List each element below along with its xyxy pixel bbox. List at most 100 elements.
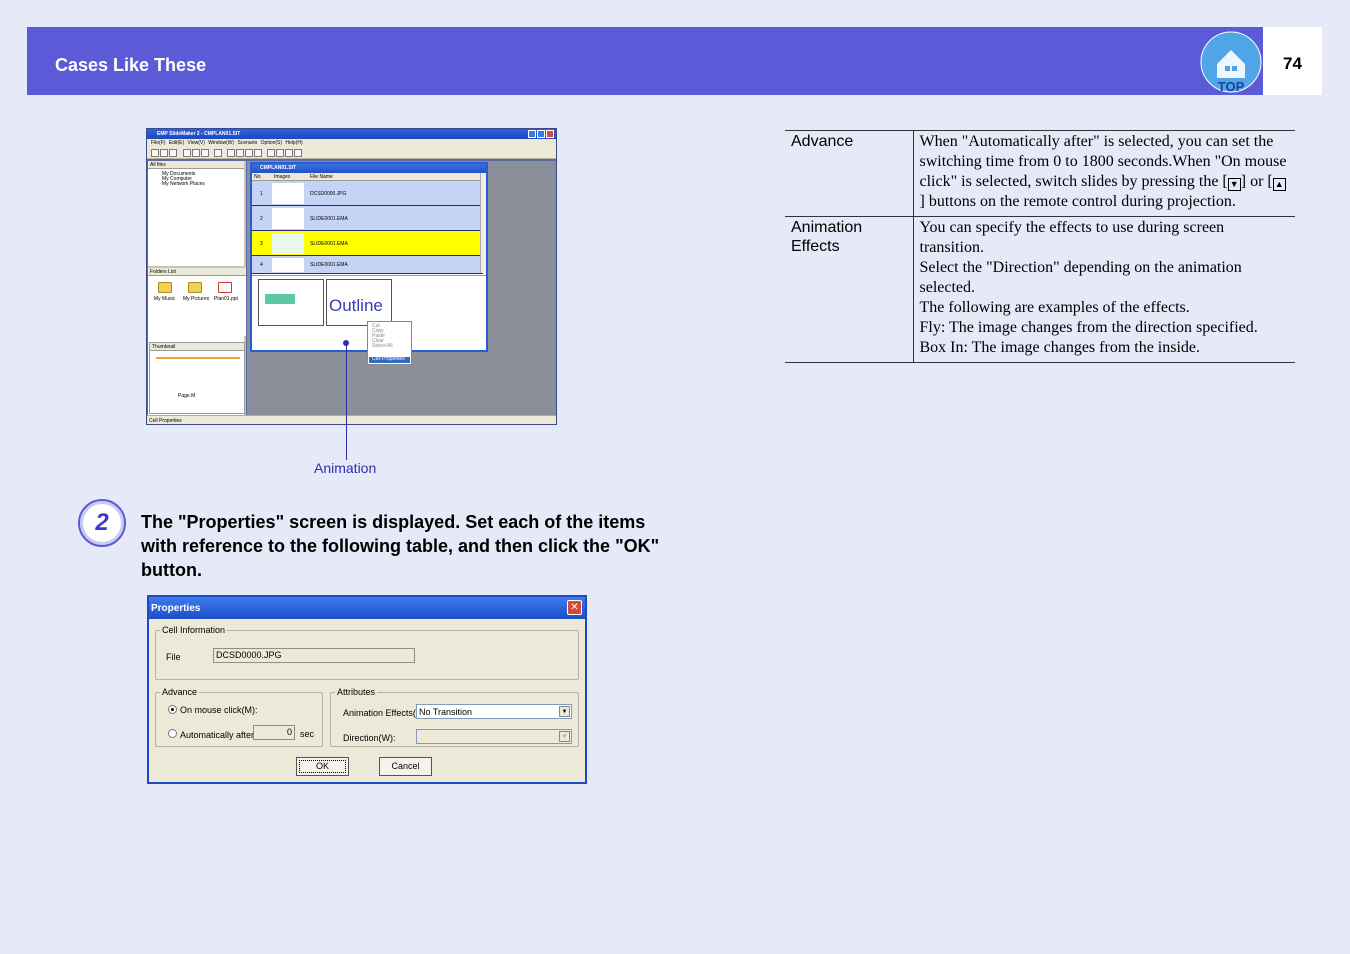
step-badge: 2 bbox=[78, 499, 126, 547]
ok-button[interactable]: OK bbox=[296, 757, 349, 776]
page-number: 74 bbox=[1283, 54, 1302, 73]
column-header: File Name bbox=[310, 174, 333, 180]
copy-icon bbox=[192, 149, 200, 157]
animation-effects-value: No Transition bbox=[419, 707, 473, 717]
status-bar: Cell Properties bbox=[147, 415, 556, 424]
row-label: Animation Effects bbox=[785, 216, 914, 363]
on-mouse-click-radio[interactable] bbox=[168, 705, 177, 714]
row-file: SLIDE0001.EMA bbox=[310, 262, 348, 268]
advance-group: Advance On mouse click(M): Automatically… bbox=[155, 687, 323, 747]
row-file: SLIDE0001.EMA bbox=[310, 216, 348, 222]
folder-icon bbox=[158, 282, 172, 293]
page-number-box: 74 bbox=[1263, 27, 1322, 95]
row-description: You can specify the effects to use durin… bbox=[913, 216, 1295, 363]
attributes-group: Attributes Animation Effects(E): No Tran… bbox=[330, 687, 579, 747]
top-home-button[interactable]: TOP bbox=[1200, 28, 1264, 96]
direction-label: Direction(W): bbox=[343, 733, 396, 743]
table-row-selected: 3 SLIDE0001.EMA bbox=[252, 231, 483, 256]
description-text: You can specify the effects to use durin… bbox=[919, 219, 1225, 256]
row-file: DCSD0000.JPG bbox=[310, 191, 347, 197]
folders-header: Folders List bbox=[148, 268, 246, 276]
folder-tree: My Documents My Computer My Network Plac… bbox=[148, 169, 244, 190]
column-header: No. bbox=[254, 174, 262, 180]
group-legend: Cell Information bbox=[160, 625, 228, 635]
thumbnail-header: Thumbnail bbox=[150, 343, 244, 351]
thumbnail-page: Page.M bbox=[178, 393, 196, 399]
chevron-down-icon: ▼ bbox=[559, 731, 570, 742]
grid-header: No. Images File Name bbox=[252, 173, 483, 181]
file-label: File bbox=[166, 652, 181, 662]
callout-line bbox=[346, 343, 347, 460]
maximize-icon bbox=[537, 130, 545, 138]
monitor-icon bbox=[267, 149, 275, 157]
save-icon bbox=[169, 149, 177, 157]
slide-graphic bbox=[265, 294, 295, 304]
seconds-input[interactable]: 0 bbox=[253, 725, 295, 740]
animation-effects-label: Animation Effects(E): bbox=[343, 708, 428, 718]
description-text: The following are examples of the effect… bbox=[919, 299, 1190, 316]
automatically-after-radio[interactable] bbox=[168, 729, 177, 738]
settings-icon bbox=[285, 149, 293, 157]
context-item-selected: Cell Properties bbox=[369, 357, 410, 363]
help-icon bbox=[294, 149, 302, 157]
step-number: 2 bbox=[95, 509, 109, 536]
row-file: SLIDE0001.EMA bbox=[310, 241, 348, 247]
open-icon bbox=[160, 149, 168, 157]
view-icon bbox=[227, 149, 235, 157]
description-text: ] or [ bbox=[1240, 173, 1273, 190]
context-menu: Cut Copy Paste Clear Select All Cell Pro… bbox=[367, 321, 412, 365]
direction-select[interactable]: ▼ bbox=[416, 729, 572, 744]
callout-label: Animation bbox=[314, 460, 377, 476]
slide-thumbnail bbox=[258, 279, 324, 326]
ppt-file-icon bbox=[218, 282, 232, 293]
folder-label: My Pictures bbox=[183, 296, 210, 302]
slide-thumbnail: Outline bbox=[326, 279, 392, 326]
down-arrow-key-icon: ▼ bbox=[1227, 178, 1241, 191]
settings-table: Advance When "Automatically after" is se… bbox=[785, 130, 1295, 363]
slidemaker-screenshot: EMP SlideMaker 2 - CMPLAN01.SIT File(F) … bbox=[146, 128, 557, 425]
description-text: ] buttons on the remote control during p… bbox=[919, 193, 1236, 210]
details-icon bbox=[245, 149, 253, 157]
dialog-title: Properties bbox=[149, 597, 585, 619]
scenario-title: CMPLAN01.SIT bbox=[252, 164, 486, 173]
menu-bar: File(F) Edit(E) View(V) Window(W) Scenar… bbox=[147, 139, 556, 147]
folder-icon bbox=[188, 282, 202, 293]
toolbar bbox=[147, 147, 556, 159]
properties-dialog: Properties ✕ Cell Information File DCSD0… bbox=[147, 595, 587, 784]
top-label: TOP bbox=[1218, 79, 1245, 94]
list-icon bbox=[236, 149, 244, 157]
table-row: Advance When "Automatically after" is se… bbox=[785, 130, 1295, 217]
thumbnail-preview bbox=[156, 357, 240, 383]
row-description: When "Automatically after" is selected, … bbox=[913, 130, 1295, 217]
grid-icon bbox=[254, 149, 262, 157]
folders-list-panel: Folders List My Music My Pictures Plan01… bbox=[148, 266, 246, 336]
row-number: 2 bbox=[260, 216, 263, 222]
print-icon bbox=[214, 149, 222, 157]
house-icon: TOP bbox=[1200, 31, 1262, 94]
table-row: 2 SLIDE0001.EMA bbox=[252, 206, 483, 231]
table-row: 4 SLIDE0001.EMA bbox=[252, 256, 483, 274]
chevron-down-icon: ▼ bbox=[559, 706, 570, 717]
on-mouse-click-label: On mouse click(M): bbox=[180, 705, 258, 715]
sec-unit: sec bbox=[300, 729, 315, 739]
group-legend: Advance bbox=[160, 687, 200, 697]
file-field[interactable]: DCSD0000.JPG bbox=[213, 648, 415, 663]
header-bar: Cases Like These bbox=[27, 27, 1263, 95]
files-header: All files bbox=[148, 161, 244, 169]
close-icon bbox=[546, 130, 554, 138]
cancel-button[interactable]: Cancel bbox=[379, 757, 432, 776]
row-thumbnail bbox=[272, 233, 304, 254]
row-number: 1 bbox=[260, 191, 263, 197]
row-thumbnail bbox=[272, 208, 304, 229]
dialog-close-button[interactable]: ✕ bbox=[567, 600, 582, 615]
send-icon bbox=[276, 149, 284, 157]
row-label: Advance bbox=[785, 130, 914, 217]
new-icon bbox=[151, 149, 159, 157]
animation-effects-select[interactable]: No Transition ▼ bbox=[416, 704, 572, 719]
column-header: Images bbox=[274, 174, 291, 180]
description-text: Fly: The image changes from the directio… bbox=[919, 319, 1258, 336]
thumbnail-panel: Thumbnail Page.M bbox=[149, 342, 245, 414]
row-number: 3 bbox=[260, 241, 263, 247]
cut-icon bbox=[183, 149, 191, 157]
folder-label: My Music bbox=[154, 296, 176, 302]
